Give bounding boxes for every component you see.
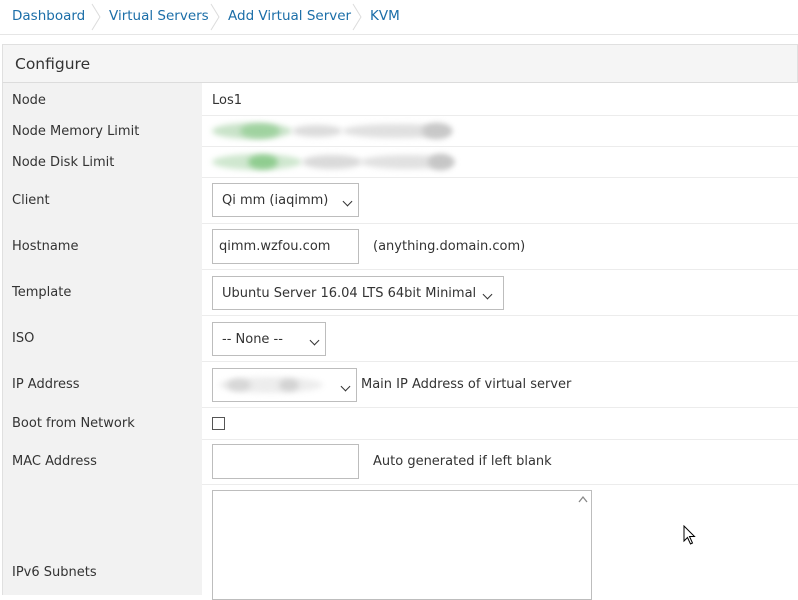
iso-select[interactable]: -- None -- <box>212 322 326 356</box>
node-memory-redacted <box>210 119 455 143</box>
node-memory-label: Node Memory Limit <box>12 124 140 139</box>
breadcrumb-kvm: KVM <box>370 8 400 24</box>
ip-label: IP Address <box>12 377 80 392</box>
iso-label: ISO <box>12 331 35 346</box>
row-divider <box>202 146 798 147</box>
mac-label: MAC Address <box>12 454 97 469</box>
boot-label: Boot from Network <box>12 416 135 431</box>
row-divider <box>202 115 798 116</box>
chevron-down-icon <box>482 289 493 300</box>
breadcrumb-add-virtual-server[interactable]: Add Virtual Server <box>228 8 351 24</box>
template-label: Template <box>12 285 72 300</box>
configure-panel-header: Configure <box>2 44 798 83</box>
hostname-hint: (anything.domain.com) <box>373 239 526 254</box>
mouse-cursor-icon <box>683 525 696 545</box>
ip-redacted <box>217 374 325 396</box>
client-selected: Qi mm (iaqimm) <box>222 193 329 208</box>
ip-hint: Main IP Address of virtual server <box>361 377 572 392</box>
row-divider <box>202 407 798 408</box>
panel-title: Configure <box>15 55 91 73</box>
hostname-value: qimm.wzfou.com <box>219 239 331 254</box>
breadcrumb-virtual-servers[interactable]: Virtual Servers <box>109 8 209 24</box>
client-select[interactable]: Qi mm (iaqimm) <box>212 183 359 217</box>
row-divider <box>202 439 798 440</box>
breadcrumb-separator-icon <box>352 3 362 31</box>
breadcrumb: Dashboard Virtual Servers Add Virtual Se… <box>0 0 798 35</box>
ip-select[interactable] <box>212 368 357 402</box>
node-value: Los1 <box>212 93 243 108</box>
row-divider <box>202 315 798 316</box>
row-divider <box>202 223 798 224</box>
node-label: Node <box>12 93 46 108</box>
node-disk-label: Node Disk Limit <box>12 155 115 170</box>
mac-hint: Auto generated if left blank <box>373 454 552 469</box>
row-divider <box>202 361 798 362</box>
template-selected: Ubuntu Server 16.04 LTS 64bit Minimal <box>222 286 477 301</box>
client-label: Client <box>12 193 50 208</box>
row-divider <box>202 484 798 485</box>
scroll-up-arrow-icon[interactable] <box>578 495 588 503</box>
chevron-down-icon <box>340 381 351 392</box>
hostname-label: Hostname <box>12 239 79 254</box>
chevron-down-icon <box>342 196 353 207</box>
ipv6-label: IPv6 Subnets <box>12 565 97 580</box>
row-divider <box>202 269 798 270</box>
breadcrumb-separator-icon <box>210 3 220 31</box>
row-divider <box>202 177 798 178</box>
template-select[interactable]: Ubuntu Server 16.04 LTS 64bit Minimal <box>212 276 504 310</box>
chevron-down-icon <box>309 335 320 346</box>
mac-input[interactable] <box>212 444 359 479</box>
iso-selected: -- None -- <box>222 332 283 347</box>
node-disk-redacted <box>210 150 458 174</box>
ipv6-textarea[interactable] <box>212 490 592 600</box>
breadcrumb-separator-icon <box>91 3 101 31</box>
breadcrumb-dashboard[interactable]: Dashboard <box>12 8 85 24</box>
hostname-input[interactable]: qimm.wzfou.com <box>212 229 359 264</box>
boot-from-network-checkbox[interactable] <box>212 417 225 430</box>
